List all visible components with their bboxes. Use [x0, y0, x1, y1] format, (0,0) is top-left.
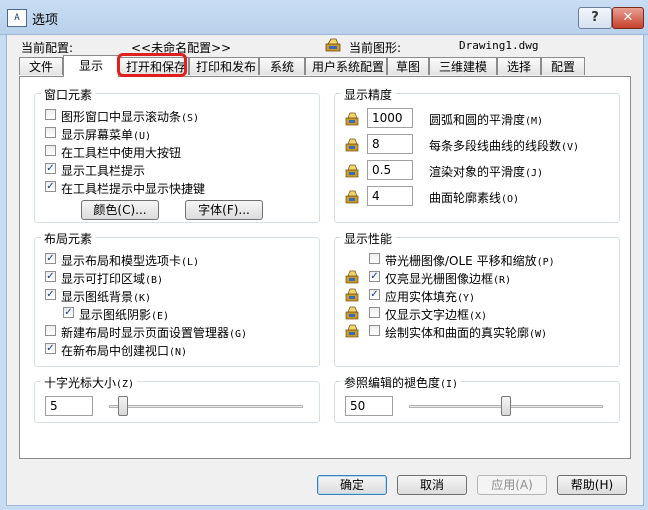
tab-profiles[interactable]: 配置 — [541, 57, 585, 75]
render-smoothness-input[interactable]: 0.5 — [367, 160, 413, 180]
window-elements-title: 窗口元素 — [41, 86, 96, 103]
checkbox-page-setup-manager[interactable] — [45, 325, 56, 336]
checkbox-paper-background[interactable]: ✓ — [45, 289, 56, 300]
display-tab-panel: 窗口元素 图形窗口中显示滚动条(S) 显示屏幕菜单(U) 在工具栏中使用大按钮 … — [19, 76, 631, 459]
tab-user-preferences[interactable]: 用户系统配置 — [305, 57, 387, 75]
title-bar: A 选项 ? ✕ — [0, 0, 648, 35]
checkbox-label: 仅亮显光栅图像边框(R) — [385, 272, 512, 286]
arc-smoothness-input[interactable]: 1000 — [367, 108, 413, 128]
saved-setting-pen-icon — [345, 270, 359, 284]
checkbox-label: 显示图纸背景(K) — [61, 290, 152, 304]
xref-fade-title: 参照编辑的褪色度(I) — [341, 374, 462, 391]
contour-lines-label: 曲面轮廓素线(O) — [429, 191, 520, 205]
crosshair-size-slider[interactable] — [109, 396, 303, 418]
dialog-client: 当前配置: <<未命名配置>> 当前图形: Drawing1.dwg 文件 显示… — [6, 34, 644, 506]
help-button[interactable]: 帮助(H) — [557, 475, 627, 495]
current-drawing-value: Drawing1.dwg — [459, 39, 539, 52]
resolution-row-arc: 1000 圆弧和圆的平滑度(M) — [345, 108, 615, 130]
tab-display[interactable]: 显示 — [63, 55, 119, 77]
saved-setting-pen-icon — [345, 138, 359, 152]
polyline-segments-label: 每条多段线曲线的线段数(V) — [429, 139, 580, 153]
display-resolution-title: 显示精度 — [341, 86, 396, 103]
resolution-row-polyline: 8 每条多段线曲线的线段数(V) — [345, 134, 615, 156]
xref-fade-input[interactable]: 50 — [345, 396, 393, 416]
checkbox-label: 显示可打印区域(B) — [61, 272, 164, 286]
checkbox-printable-area[interactable]: ✓ — [45, 271, 56, 282]
checkbox-label: 在新布局中创建视口(N) — [61, 344, 188, 358]
window-elements-group: 窗口元素 图形窗口中显示滚动条(S) 显示屏幕菜单(U) 在工具栏中使用大按钮 … — [34, 86, 320, 223]
checkbox-tooltips[interactable]: ✓ — [45, 163, 56, 174]
fonts-button[interactable]: 字体(F)... — [185, 200, 263, 220]
crosshair-size-input[interactable]: 5 — [45, 396, 93, 416]
current-drawing-label: 当前图形: — [349, 41, 402, 55]
saved-setting-pen-icon — [345, 164, 359, 178]
checkbox-true-silhouettes[interactable] — [369, 325, 380, 336]
slider-track — [109, 405, 303, 408]
tab-plot-and-publish[interactable]: 打印和发布 — [189, 57, 259, 75]
tab-3d-modeling[interactable]: 三维建模 — [429, 57, 497, 75]
cancel-button[interactable]: 取消 — [397, 475, 467, 495]
resolution-row-render: 0.5 渲染对象的平滑度(J) — [345, 160, 615, 182]
checkbox-label: 图形窗口中显示滚动条(S) — [61, 110, 200, 124]
checkbox-large-buttons[interactable] — [45, 145, 56, 156]
tab-selection[interactable]: 选择 — [497, 57, 541, 75]
display-performance-group: 显示性能 带光栅图像/OLE 平移和缩放(P) ✓ 仅亮显光栅图像边框(R) ✓… — [334, 230, 620, 367]
window-title: 选项 — [32, 13, 59, 28]
xref-fade-group: 参照编辑的褪色度(I) 50 — [334, 374, 620, 423]
checkbox-label: 显示工具栏提示 — [61, 164, 146, 178]
help-caption-button[interactable]: ? — [578, 7, 612, 29]
layout-elements-title: 布局元素 — [41, 230, 96, 247]
colors-button[interactable]: 颜色(C)... — [81, 200, 159, 220]
saved-setting-pen-icon — [345, 288, 359, 302]
checkbox-shortcut-keys[interactable]: ✓ — [45, 181, 56, 192]
crosshair-size-group: 十字光标大小(Z) 5 — [34, 374, 320, 423]
tab-system[interactable]: 系统 — [259, 57, 305, 75]
current-config-label: 当前配置: — [21, 41, 74, 55]
saved-setting-pen-icon — [345, 190, 359, 204]
checkbox-create-viewport[interactable]: ✓ — [45, 343, 56, 354]
checkbox-label: 新建布局时显示页面设置管理器(G) — [61, 326, 248, 340]
resolution-row-contour: 4 曲面轮廓素线(O) — [345, 186, 615, 208]
tab-files[interactable]: 文件 — [19, 57, 63, 75]
checkbox-label: 显示布局和模型选项卡(L) — [61, 254, 200, 268]
checkbox-label: 绘制实体和曲面的真实轮廓(W) — [385, 326, 548, 340]
checkbox-label: 应用实体填充(Y) — [385, 290, 476, 304]
checkbox-screen-menu[interactable] — [45, 127, 56, 138]
checkbox-paper-shadow[interactable]: ✓ — [63, 307, 74, 318]
app-icon: A — [7, 9, 27, 27]
slider-thumb[interactable] — [118, 396, 128, 416]
contour-lines-input[interactable]: 4 — [367, 186, 413, 206]
checkbox-layout-tabs[interactable]: ✓ — [45, 253, 56, 264]
display-resolution-group: 显示精度 1000 圆弧和圆的平滑度(M) 8 每条多段线曲线的线段数(V) 0… — [334, 86, 620, 223]
checkbox-solid-fill[interactable]: ✓ — [369, 289, 380, 300]
saved-setting-pen-icon — [345, 112, 359, 126]
checkbox-label: 显示屏幕菜单(U) — [61, 128, 152, 142]
layout-elements-group: 布局元素 ✓ 显示布局和模型选项卡(L) ✓ 显示可打印区域(B) ✓ 显示图纸… — [34, 230, 320, 367]
saved-setting-pen-icon — [345, 306, 359, 320]
render-smoothness-label: 渲染对象的平滑度(J) — [429, 165, 544, 179]
xref-fade-slider[interactable] — [409, 396, 603, 418]
tab-drafting[interactable]: 草图 — [387, 57, 429, 75]
checkbox-label: 显示图纸阴影(E) — [79, 308, 170, 322]
checkbox-label: 在工具栏提示中显示快捷键 — [61, 182, 206, 196]
checkbox-raster-pan-zoom[interactable] — [369, 253, 380, 264]
checkbox-scrollbars[interactable] — [45, 109, 56, 120]
saved-setting-pen-icon — [345, 324, 359, 338]
drawing-saved-icon — [325, 38, 341, 52]
arc-smoothness-label: 圆弧和圆的平滑度(M) — [429, 113, 544, 127]
apply-button[interactable]: 应用(A) — [477, 475, 547, 495]
checkbox-label: 带光栅图像/OLE 平移和缩放(P) — [385, 254, 555, 268]
polyline-segments-input[interactable]: 8 — [367, 134, 413, 154]
crosshair-size-title: 十字光标大小(Z) — [41, 374, 138, 391]
checkbox-label: 在工具栏中使用大按钮 — [61, 146, 182, 160]
checkbox-raster-frame[interactable]: ✓ — [369, 271, 380, 282]
ok-button[interactable]: 确定 — [317, 475, 387, 495]
checkbox-text-frame[interactable] — [369, 307, 380, 318]
display-performance-title: 显示性能 — [341, 230, 396, 247]
checkbox-label: 仅显示文字边框(X) — [385, 308, 488, 322]
close-button[interactable]: ✕ — [612, 7, 644, 29]
slider-thumb[interactable] — [501, 396, 511, 416]
tab-highlight-annotation — [117, 53, 187, 77]
